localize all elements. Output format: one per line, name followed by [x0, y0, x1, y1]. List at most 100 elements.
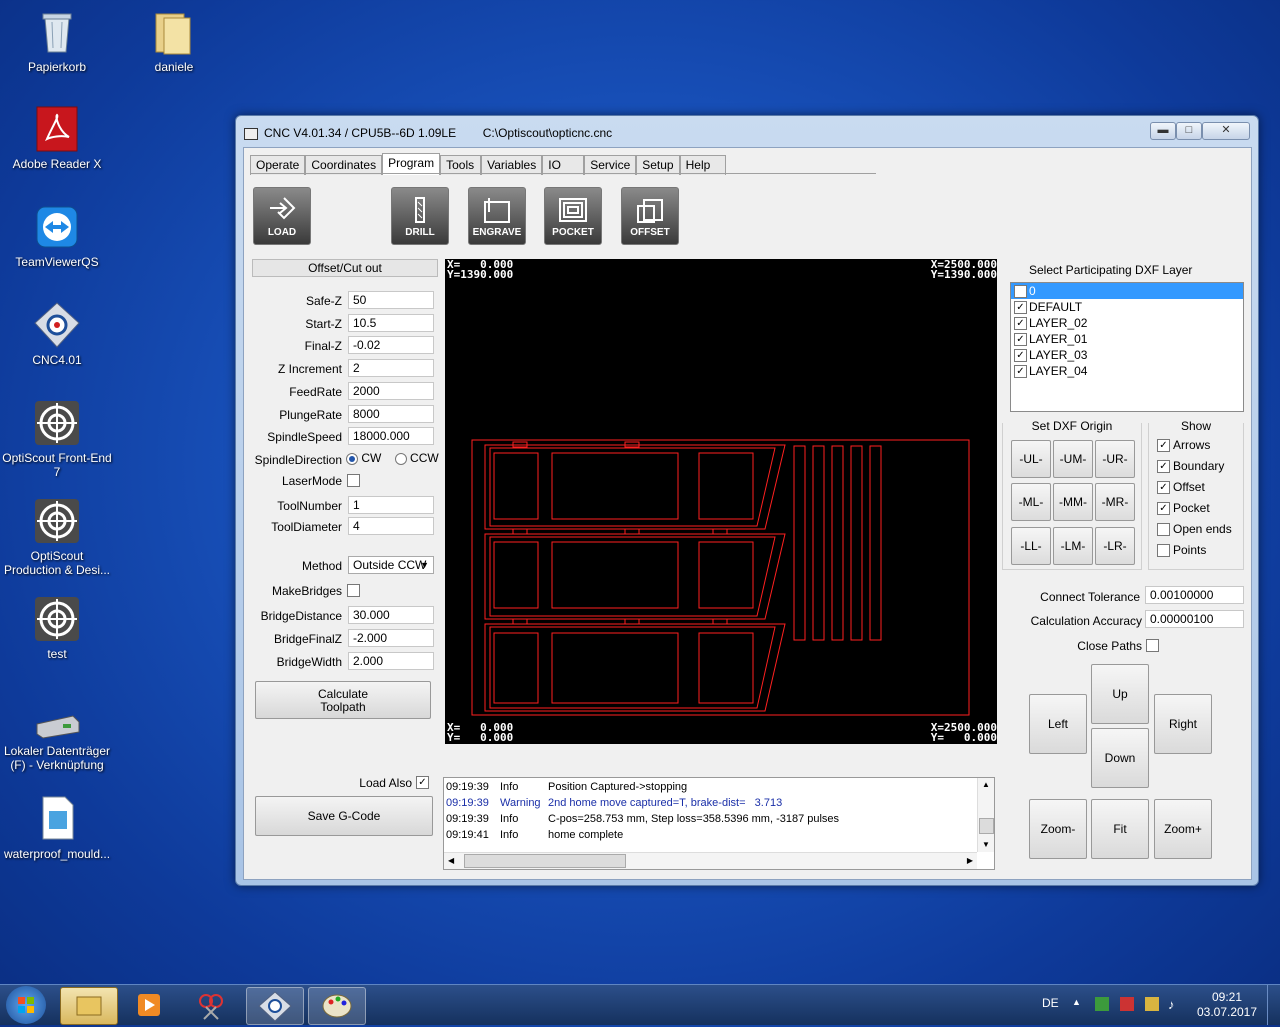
message-log[interactable]: 09:19:39 Info Position Captured->stoppin…: [443, 777, 995, 870]
scroll-left-arrow-icon[interactable]: ◀: [448, 853, 454, 869]
tab-service[interactable]: Service: [584, 155, 637, 175]
show-desktop-button[interactable]: [1267, 985, 1280, 1025]
origin-mr-button[interactable]: -MR-: [1095, 483, 1135, 521]
layer-item[interactable]: ✓ LAYER_03: [1011, 347, 1243, 363]
layer-checkbox[interactable]: ✓: [1014, 365, 1027, 378]
drill-button[interactable]: DRILL: [391, 187, 449, 245]
tray-power-icon[interactable]: [1145, 997, 1159, 1011]
tray-volume-icon[interactable]: ♪: [1168, 997, 1175, 1012]
load-button[interactable]: LOAD: [253, 187, 311, 245]
origin-ur-button[interactable]: -UR-: [1095, 440, 1135, 478]
show-boundary[interactable]: ✓ Boundary: [1157, 459, 1224, 473]
pan-up-button[interactable]: Up: [1091, 664, 1149, 724]
desktop-icon-test[interactable]: test: [2, 595, 112, 661]
method-select[interactable]: Outside CCW ▼: [348, 556, 434, 574]
tray-network-icon[interactable]: [1120, 997, 1134, 1011]
layer-item[interactable]: ✓ 0: [1011, 283, 1243, 299]
origin-ml-button[interactable]: -ML-: [1011, 483, 1051, 521]
save-gcode-button[interactable]: Save G-Code: [255, 796, 433, 836]
boundary-checkbox[interactable]: ✓: [1157, 460, 1170, 473]
origin-um-button[interactable]: -UM-: [1053, 440, 1093, 478]
tab-program[interactable]: Program: [382, 153, 441, 175]
tray-flag-icon[interactable]: [1095, 997, 1109, 1011]
close-paths-checkbox[interactable]: [1146, 639, 1159, 652]
fit-button[interactable]: Fit: [1091, 799, 1149, 859]
connect-tolerance-input[interactable]: [1145, 586, 1244, 604]
final-z-input[interactable]: [348, 336, 434, 354]
scroll-thumb[interactable]: [979, 818, 994, 834]
scroll-right-arrow-icon[interactable]: ▶: [967, 853, 973, 869]
origin-lr-button[interactable]: -LR-: [1095, 527, 1135, 565]
desktop-icon-recycle-bin[interactable]: Papierkorb: [2, 8, 112, 74]
layer-checkbox[interactable]: ✓: [1014, 349, 1027, 362]
open-ends-checkbox[interactable]: [1157, 523, 1170, 536]
taskbar-snipping-tool[interactable]: [184, 987, 240, 1023]
origin-mm-button[interactable]: -MM-: [1053, 483, 1093, 521]
plungerate-input[interactable]: [348, 405, 434, 423]
taskbar-paint[interactable]: [308, 987, 366, 1025]
scroll-hthumb[interactable]: [464, 854, 626, 868]
tab-io[interactable]: IO: [542, 155, 585, 175]
z-increment-input[interactable]: [348, 359, 434, 377]
layer-checkbox[interactable]: ✓: [1014, 317, 1027, 330]
origin-ul-button[interactable]: -UL-: [1011, 440, 1051, 478]
desktop-icon-folder-daniele[interactable]: daniele: [119, 8, 229, 74]
scroll-up-arrow-icon[interactable]: ▲: [978, 778, 994, 792]
maximize-button[interactable]: □: [1176, 122, 1202, 140]
log-vertical-scrollbar[interactable]: ▲ ▼: [977, 778, 994, 852]
tab-setup[interactable]: Setup: [636, 155, 680, 175]
makebridges-checkbox[interactable]: [347, 584, 360, 597]
desktop-icon-optiscout-frontend[interactable]: OptiScout Front-End 7: [2, 399, 112, 479]
start-button[interactable]: [6, 986, 46, 1024]
origin-ll-button[interactable]: -LL-: [1011, 527, 1051, 565]
pocket-button[interactable]: POCKET: [544, 187, 602, 245]
calculate-toolpath-button[interactable]: Calculate Toolpath: [255, 681, 431, 719]
offset-checkbox[interactable]: ✓: [1157, 481, 1170, 494]
layer-item[interactable]: ✓ DEFAULT: [1011, 299, 1243, 315]
desktop-icon-teamviewer[interactable]: TeamViewerQS: [2, 203, 112, 269]
desktop-icon-waterproof-file[interactable]: waterproof_mould...: [2, 795, 112, 861]
minimize-button[interactable]: ▬: [1150, 122, 1176, 140]
tooldiameter-input[interactable]: [348, 517, 434, 535]
layer-list[interactable]: ✓ 0 ✓ DEFAULT ✓ LAYER_02 ✓ LAYER_01 ✓ LAYER_0…: [1010, 282, 1244, 412]
origin-lm-button[interactable]: -LM-: [1053, 527, 1093, 565]
points-checkbox[interactable]: [1157, 544, 1170, 557]
log-horizontal-scrollbar[interactable]: ◀ ▶: [444, 852, 977, 869]
pan-down-button[interactable]: Down: [1091, 728, 1149, 788]
feedrate-input[interactable]: [348, 382, 434, 400]
layer-item[interactable]: ✓ LAYER_02: [1011, 315, 1243, 331]
cw-radio[interactable]: [346, 452, 358, 465]
scroll-down-arrow-icon[interactable]: ▼: [978, 838, 994, 852]
zoom-in-button[interactable]: Zoom+: [1154, 799, 1212, 859]
tab-tools[interactable]: Tools: [440, 155, 482, 175]
dxf-preview-canvas[interactable]: X= 0.000 Y=1390.000 X=2500.000 Y=1390.00…: [445, 259, 997, 744]
desktop-icon-local-drive[interactable]: Lokaler Datenträger (F) - Verknüpfung: [2, 710, 112, 772]
offset-button[interactable]: OFFSET: [621, 187, 679, 245]
tab-coordinates[interactable]: Coordinates: [305, 155, 383, 175]
desktop-icon-cnc401[interactable]: CNC4.01: [2, 301, 112, 367]
close-button[interactable]: ✕: [1202, 122, 1250, 140]
taskbar-cnc[interactable]: [246, 987, 304, 1025]
pan-right-button[interactable]: Right: [1154, 694, 1212, 754]
ccw-radio[interactable]: [394, 452, 407, 465]
bridgefinalz-input[interactable]: [348, 629, 434, 647]
bridgewidth-input[interactable]: [348, 652, 434, 670]
layer-item[interactable]: ✓ LAYER_04: [1011, 363, 1243, 379]
language-indicator[interactable]: DE: [1042, 996, 1059, 1010]
desktop-icon-adobe-reader[interactable]: Adobe Reader X: [2, 105, 112, 171]
layer-checkbox[interactable]: ✓: [1014, 333, 1027, 346]
layer-item[interactable]: ✓ LAYER_01: [1011, 331, 1243, 347]
show-open-ends[interactable]: Open ends: [1157, 522, 1232, 536]
tab-variables[interactable]: Variables: [481, 155, 543, 175]
show-arrows[interactable]: ✓ Arrows: [1157, 438, 1210, 452]
toolnumber-input[interactable]: [348, 496, 434, 514]
pan-left-button[interactable]: Left: [1029, 694, 1087, 754]
tab-operate[interactable]: Operate: [250, 155, 306, 175]
show-pocket[interactable]: ✓ Pocket: [1157, 501, 1210, 515]
clock[interactable]: 09:21 03.07.2017: [1192, 990, 1262, 1020]
calculation-accuracy-input[interactable]: [1145, 610, 1244, 628]
safe-z-input[interactable]: [348, 291, 434, 309]
layer-checkbox[interactable]: ✓: [1014, 301, 1027, 314]
lasermode-checkbox[interactable]: [347, 474, 360, 487]
engrave-button[interactable]: ENGRAVE: [468, 187, 526, 245]
